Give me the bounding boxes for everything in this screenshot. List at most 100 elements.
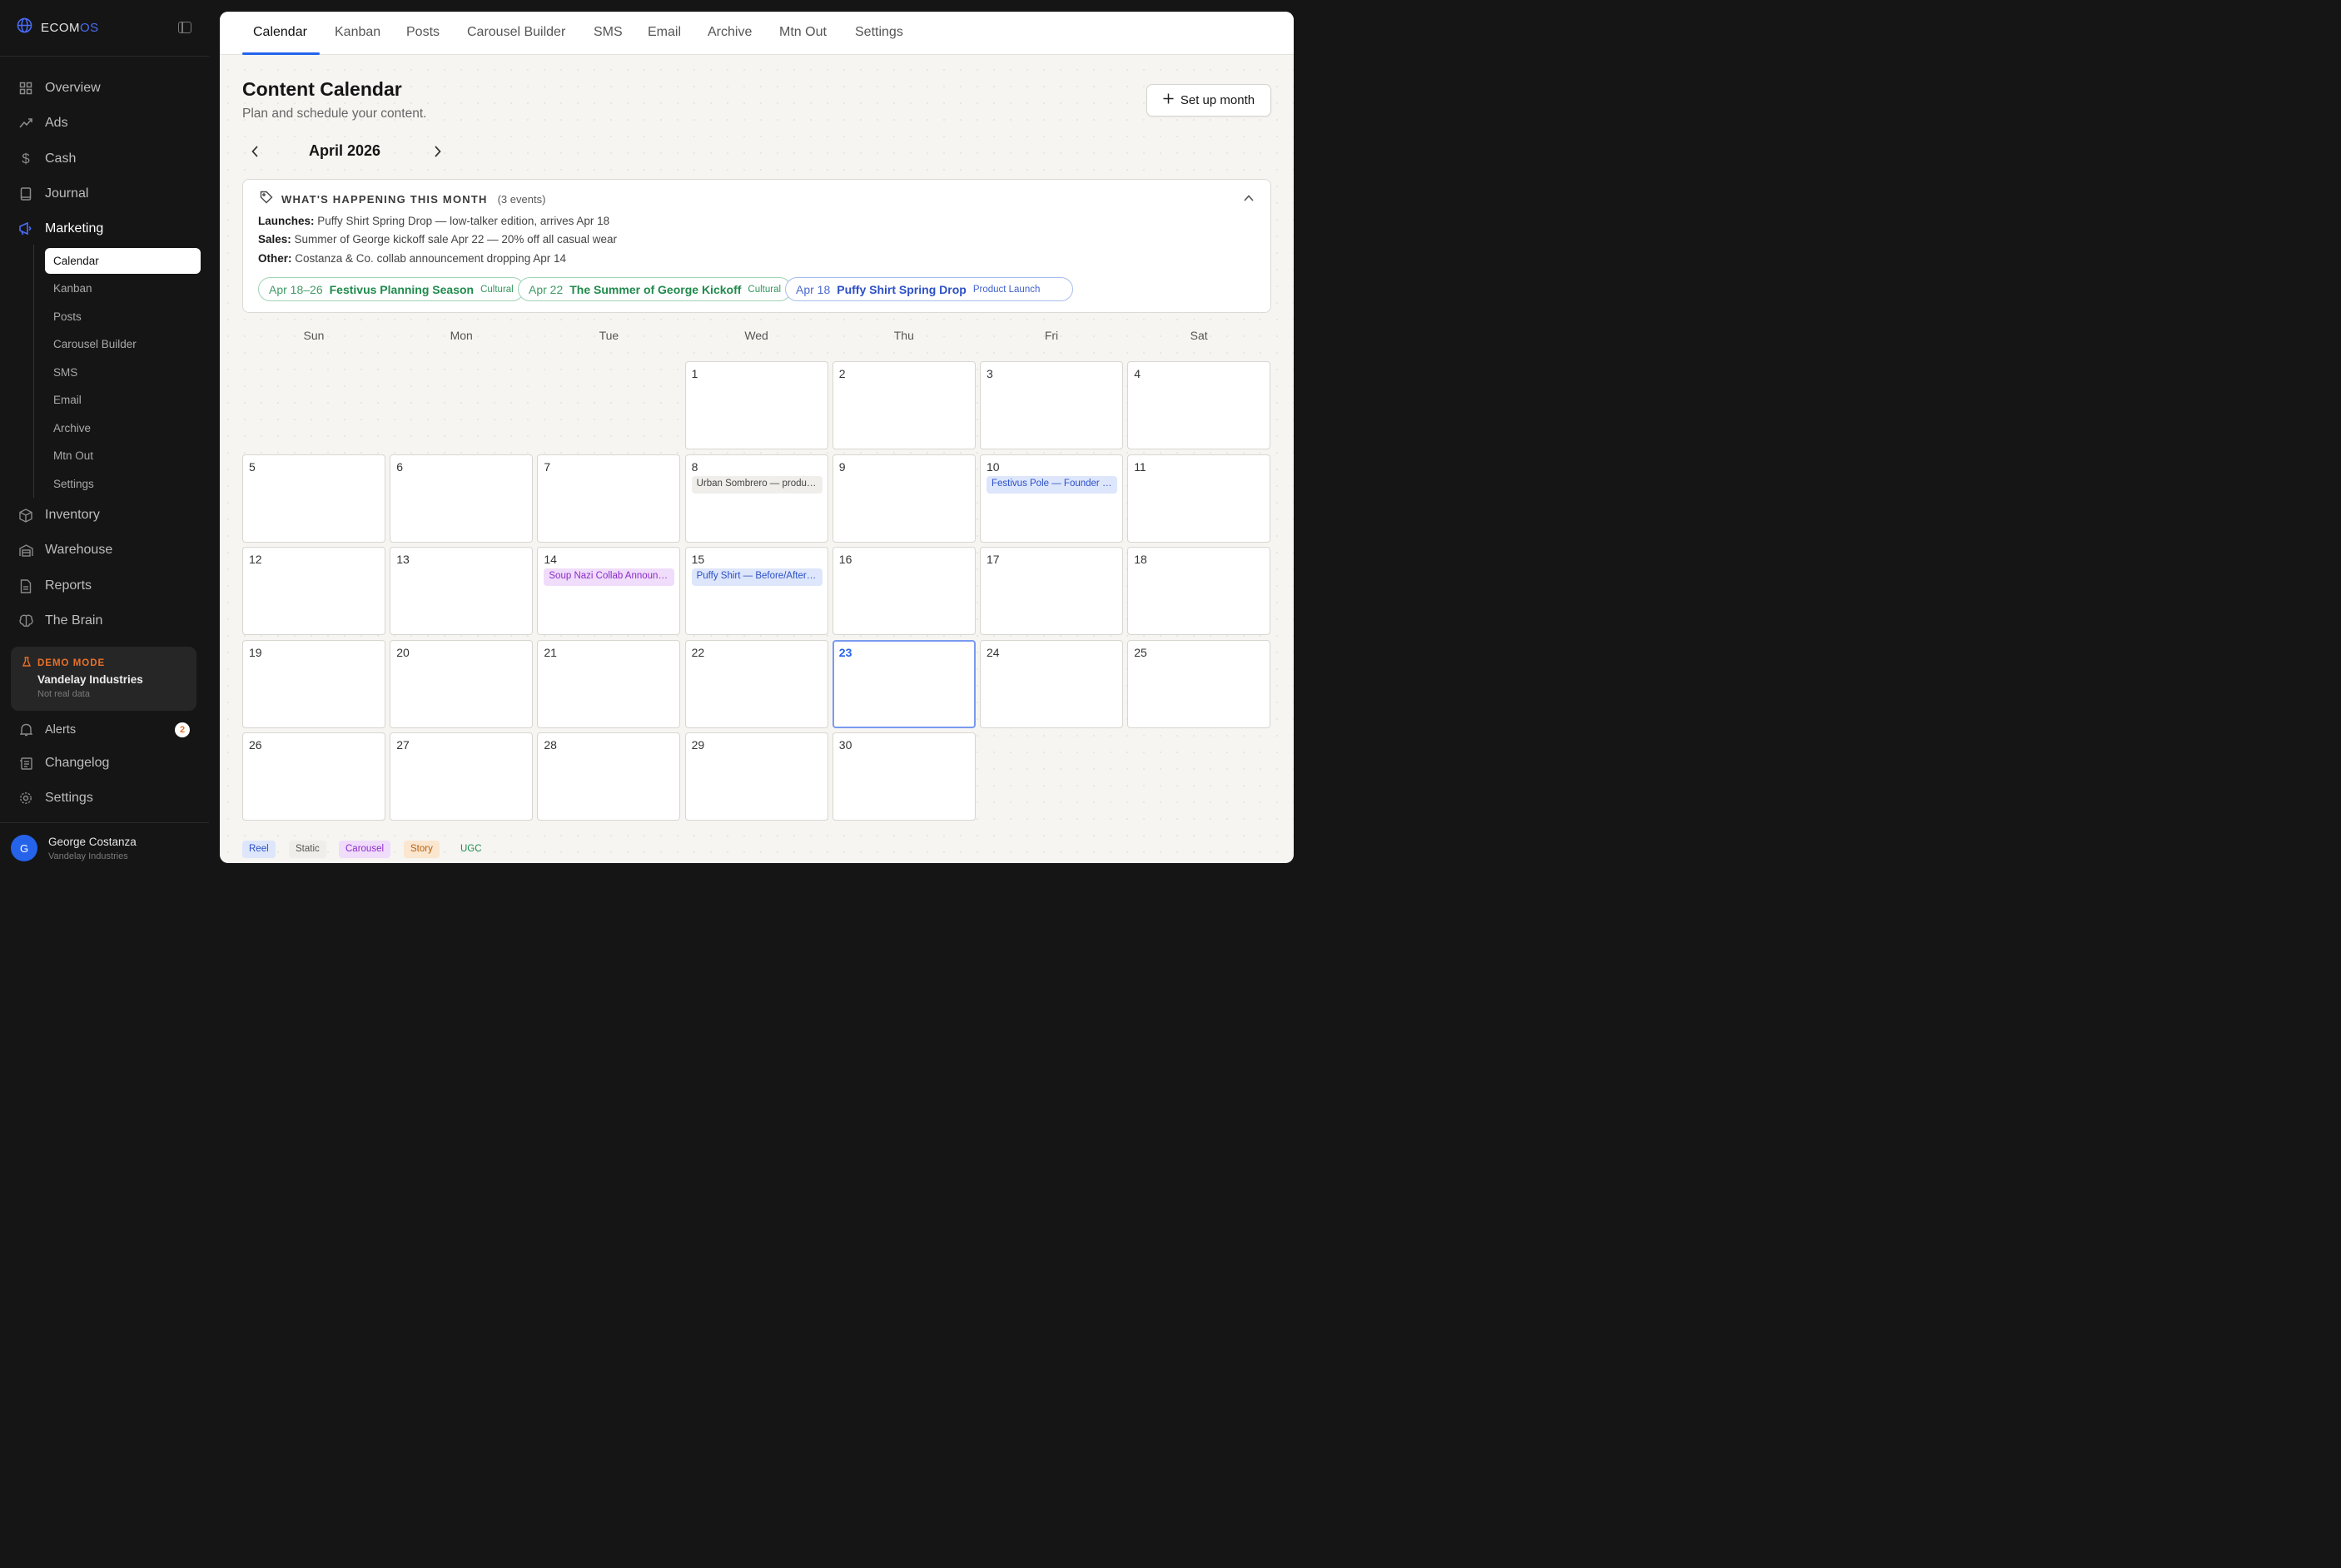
nav-label: Settings: [45, 791, 93, 805]
nav-marketing[interactable]: Marketing: [18, 216, 201, 241]
nav-the-brain[interactable]: The Brain: [18, 608, 201, 633]
subnav-archive[interactable]: Archive: [45, 415, 201, 441]
calendar-day[interactable]: 21: [537, 639, 681, 728]
nav-cash[interactable]: $ Cash: [18, 146, 201, 171]
weekday-label: Thu: [893, 329, 914, 342]
nav-inventory[interactable]: Inventory: [18, 503, 201, 528]
event-chip[interactable]: Apr 18 Puffy Shirt Spring Drop Product Lau…: [785, 277, 1073, 301]
calendar-day[interactable]: 29: [684, 732, 828, 821]
brand-logo[interactable]: ECOMOS: [17, 17, 99, 37]
nav-journal[interactable]: Journal: [18, 181, 201, 206]
demo-note: Not real data: [37, 689, 90, 699]
trend-up-icon: [18, 116, 33, 131]
subnav-settings[interactable]: Settings: [45, 471, 201, 497]
chevron-left-icon[interactable]: [246, 143, 263, 160]
calendar-day[interactable]: 13: [390, 547, 534, 636]
calendar-day[interactable]: 25: [1127, 639, 1271, 728]
nav-reports[interactable]: Reports: [18, 573, 201, 598]
calendar-post[interactable]: Urban Sombrero — product showcase: [691, 475, 823, 494]
calendar-day[interactable]: 19: [242, 639, 385, 728]
page-subtitle: Plan and schedule your content.: [242, 107, 427, 121]
set-up-month-button[interactable]: Set up month: [1146, 84, 1271, 117]
day-number: 1: [691, 367, 698, 380]
calendar-day[interactable]: 30: [832, 732, 976, 821]
calendar-day[interactable]: 8Urban Sombrero — product showcase: [684, 454, 828, 543]
nav-label: Ads: [45, 116, 68, 130]
calendar-day[interactable]: 2: [832, 361, 976, 449]
tab-posts[interactable]: Posts: [406, 25, 440, 40]
tab-kanban[interactable]: Kanban: [335, 25, 380, 40]
calendar-day[interactable]: 6: [390, 454, 534, 543]
calendar-post[interactable]: Soup Nazi Collab Announcement: [544, 568, 675, 587]
chevron-up-icon[interactable]: [1240, 191, 1257, 206]
legend-reel: Reel: [242, 841, 276, 858]
calendar-day[interactable]: 5: [242, 454, 385, 543]
calendar-day[interactable]: 10Festivus Pole — Founder interview: [980, 454, 1123, 543]
avatar: G: [11, 835, 37, 861]
calendar-day[interactable]: 26: [242, 732, 385, 821]
day-number: 27: [396, 738, 410, 752]
user-profile[interactable]: G George Costanza Vandelay Industries: [11, 835, 137, 861]
calendar-day[interactable]: 4: [1127, 361, 1271, 449]
calendar-day[interactable]: 12: [242, 547, 385, 636]
weekday-label: Wed: [744, 329, 768, 342]
calendar-day[interactable]: 18: [1127, 547, 1271, 636]
day-number: 6: [396, 459, 403, 474]
calendar-day[interactable]: 24: [980, 639, 1123, 728]
nav-label: Alerts: [45, 723, 77, 737]
month-label: April 2026: [309, 142, 381, 159]
calendar-post[interactable]: Festivus Pole — Founder interview: [987, 475, 1117, 494]
subnav-email[interactable]: Email: [45, 387, 201, 413]
nav-changelog[interactable]: Changelog: [18, 751, 201, 776]
event-chip[interactable]: Apr 22 The Summer of George Kickoff Cultur…: [518, 277, 793, 301]
subnav-kanban[interactable]: Kanban: [45, 275, 201, 301]
sidebar-collapse-icon[interactable]: [178, 22, 191, 33]
subnav-carousel-builder[interactable]: Carousel Builder: [45, 331, 201, 357]
calendar-day[interactable]: 17: [980, 547, 1123, 636]
calendar-day[interactable]: 9: [832, 454, 976, 543]
tab-archive[interactable]: Archive: [708, 25, 752, 40]
calendar-day[interactable]: 20: [390, 639, 534, 728]
calendar-day[interactable]: 3: [980, 361, 1123, 449]
nav-ads[interactable]: Ads: [18, 111, 201, 136]
tab-mtn-out[interactable]: Mtn Out: [779, 25, 827, 40]
nav-overview[interactable]: Overview: [18, 76, 201, 101]
globe-icon: [17, 17, 32, 37]
calendar-day[interactable]: 15 Puffy Shirt — Before/After reveal: [684, 547, 828, 636]
nav-settings[interactable]: Settings: [18, 786, 201, 811]
chevron-right-icon[interactable]: [429, 143, 445, 160]
day-number: 21: [544, 645, 557, 659]
month-navigator: April 2026: [245, 141, 445, 162]
day-number: 17: [987, 553, 1000, 567]
subnav-sms[interactable]: SMS: [45, 360, 201, 385]
calendar-day[interactable]: 22: [684, 639, 828, 728]
brain-icon: [18, 613, 33, 628]
event-chip[interactable]: Apr 18–26 Festivus Planning Season Cultura…: [258, 277, 524, 301]
calendar-day[interactable]: 11: [1127, 454, 1271, 543]
calendar-day[interactable]: 28: [537, 732, 681, 821]
tab-settings[interactable]: Settings: [855, 25, 903, 40]
weekday-label: Tue: [599, 329, 619, 342]
nav-label: Inventory: [45, 508, 100, 522]
subnav-line: [33, 245, 34, 498]
calendar-day[interactable]: 16: [832, 547, 976, 636]
calendar-day[interactable]: 27: [390, 732, 534, 821]
tab-carousel-builder[interactable]: Carousel Builder: [467, 25, 565, 40]
subnav-mtn-out[interactable]: Mtn Out: [45, 443, 201, 469]
calendar-day-today[interactable]: 23: [832, 639, 976, 728]
subnav-calendar[interactable]: Calendar: [45, 248, 201, 274]
subnav-posts[interactable]: Posts: [45, 304, 201, 330]
calendar-post[interactable]: Puffy Shirt — Before/After reveal: [691, 568, 823, 587]
calendar-day[interactable]: 1: [684, 361, 828, 449]
tab-email[interactable]: Email: [648, 25, 681, 40]
tab-calendar[interactable]: Calendar: [253, 25, 307, 40]
calendar-day[interactable]: 7: [537, 454, 681, 543]
day-number: 29: [691, 738, 705, 752]
tab-sms[interactable]: SMS: [594, 25, 623, 40]
nav-warehouse[interactable]: Warehouse: [18, 538, 201, 563]
day-number: 16: [838, 553, 852, 567]
nav-alerts[interactable]: Alerts: [18, 717, 201, 742]
calendar-day[interactable]: 14Soup Nazi Collab Announcement: [537, 547, 681, 636]
month-events-card: WHAT'S HAPPENING THIS MONTH (3 events) L…: [242, 179, 1271, 313]
report-icon: [18, 578, 33, 593]
